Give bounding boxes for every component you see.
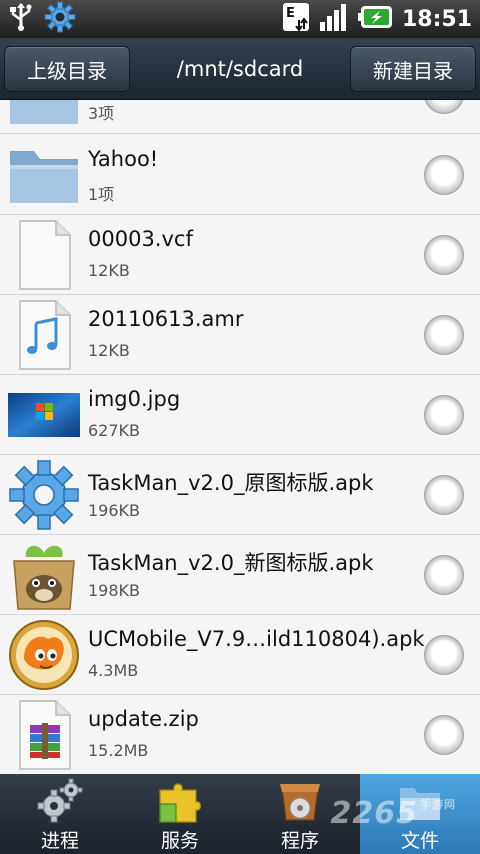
list-item[interactable]: TaskMan_v2.0_原图标版.apk 196KB	[0, 455, 480, 535]
image-thumbnail-icon	[6, 379, 82, 451]
status-bar: E 18:51	[0, 0, 480, 38]
document-icon	[6, 219, 82, 291]
list-item[interactable]: img0.jpg 627KB	[0, 375, 480, 455]
list-item[interactable]: TaskMan_v2.0_新图标版.apk 198KB	[0, 535, 480, 615]
puzzle-icon	[156, 778, 204, 824]
file-name: TaskMan_v2.0_新图标版.apk	[88, 551, 374, 575]
watermark-logo: 2265 手游网	[330, 796, 456, 831]
totoro-app-icon	[6, 539, 82, 611]
file-name: img0.jpg	[88, 387, 181, 411]
list-item[interactable]: 3项	[0, 100, 480, 134]
zip-archive-icon	[6, 699, 82, 771]
select-radio[interactable]	[424, 315, 464, 355]
tab-label: 服务	[160, 830, 199, 852]
new-folder-button[interactable]: 新建目录	[350, 46, 476, 92]
file-name: UCMobile_V7.9…ild110804).apk	[88, 627, 425, 651]
select-radio[interactable]	[424, 100, 464, 114]
network-e-icon: E	[282, 2, 310, 36]
select-radio[interactable]	[424, 395, 464, 435]
file-meta: 1项	[88, 185, 115, 204]
select-radio[interactable]	[424, 635, 464, 675]
file-meta: 4.3MB	[88, 661, 139, 680]
file-meta: 198KB	[88, 581, 141, 600]
folder-icon	[6, 139, 82, 211]
battery-charging-icon	[357, 4, 394, 34]
tab-label: 程序	[280, 830, 319, 852]
file-name: update.zip	[88, 707, 199, 731]
file-meta: 196KB	[88, 501, 141, 520]
current-path: /mnt/sdcard	[176, 57, 304, 81]
svg-text:E: E	[286, 6, 295, 21]
clock: 18:51	[401, 6, 472, 32]
gear-app-icon	[6, 459, 82, 531]
action-header: 上级目录 /mnt/sdcard 新建目录	[0, 38, 480, 100]
tab-label: 进程	[40, 830, 79, 852]
package-box-icon	[276, 778, 324, 824]
file-meta: 15.2MB	[88, 741, 149, 760]
file-meta: 12KB	[88, 341, 130, 360]
select-radio[interactable]	[424, 235, 464, 275]
list-item[interactable]: Yahoo! 1项	[0, 135, 480, 215]
select-radio[interactable]	[424, 155, 464, 195]
list-item[interactable]: 20110613.amr 12KB	[0, 295, 480, 375]
file-name: Yahoo!	[88, 147, 159, 171]
list-item[interactable]: UCMobile_V7.9…ild110804).apk 4.3MB	[0, 615, 480, 695]
parent-directory-button[interactable]: 上级目录	[4, 46, 130, 92]
gears-icon	[36, 778, 84, 824]
list-item[interactable]: update.zip 15.2MB	[0, 695, 480, 774]
file-meta: 627KB	[88, 421, 141, 440]
music-file-icon	[6, 299, 82, 371]
select-radio[interactable]	[424, 475, 464, 515]
folder-icon	[6, 100, 82, 130]
file-meta: 12KB	[88, 261, 130, 280]
usb-icon	[8, 2, 34, 36]
signal-icon	[318, 2, 350, 36]
file-name: TaskMan_v2.0_原图标版.apk	[88, 471, 374, 495]
select-radio[interactable]	[424, 715, 464, 755]
file-list[interactable]: 3项 Yahoo! 1项 00003.vcf 12KB 20110613.amr…	[0, 100, 480, 774]
tab-services[interactable]: 服务	[120, 774, 240, 854]
file-meta: 3项	[88, 104, 115, 123]
list-item[interactable]: 00003.vcf 12KB	[0, 215, 480, 295]
select-radio[interactable]	[424, 555, 464, 595]
gear-icon	[44, 1, 76, 37]
file-name: 00003.vcf	[88, 227, 193, 251]
ucbrowser-app-icon	[6, 619, 82, 691]
file-name: 20110613.amr	[88, 307, 244, 331]
tab-processes[interactable]: 进程	[0, 774, 120, 854]
